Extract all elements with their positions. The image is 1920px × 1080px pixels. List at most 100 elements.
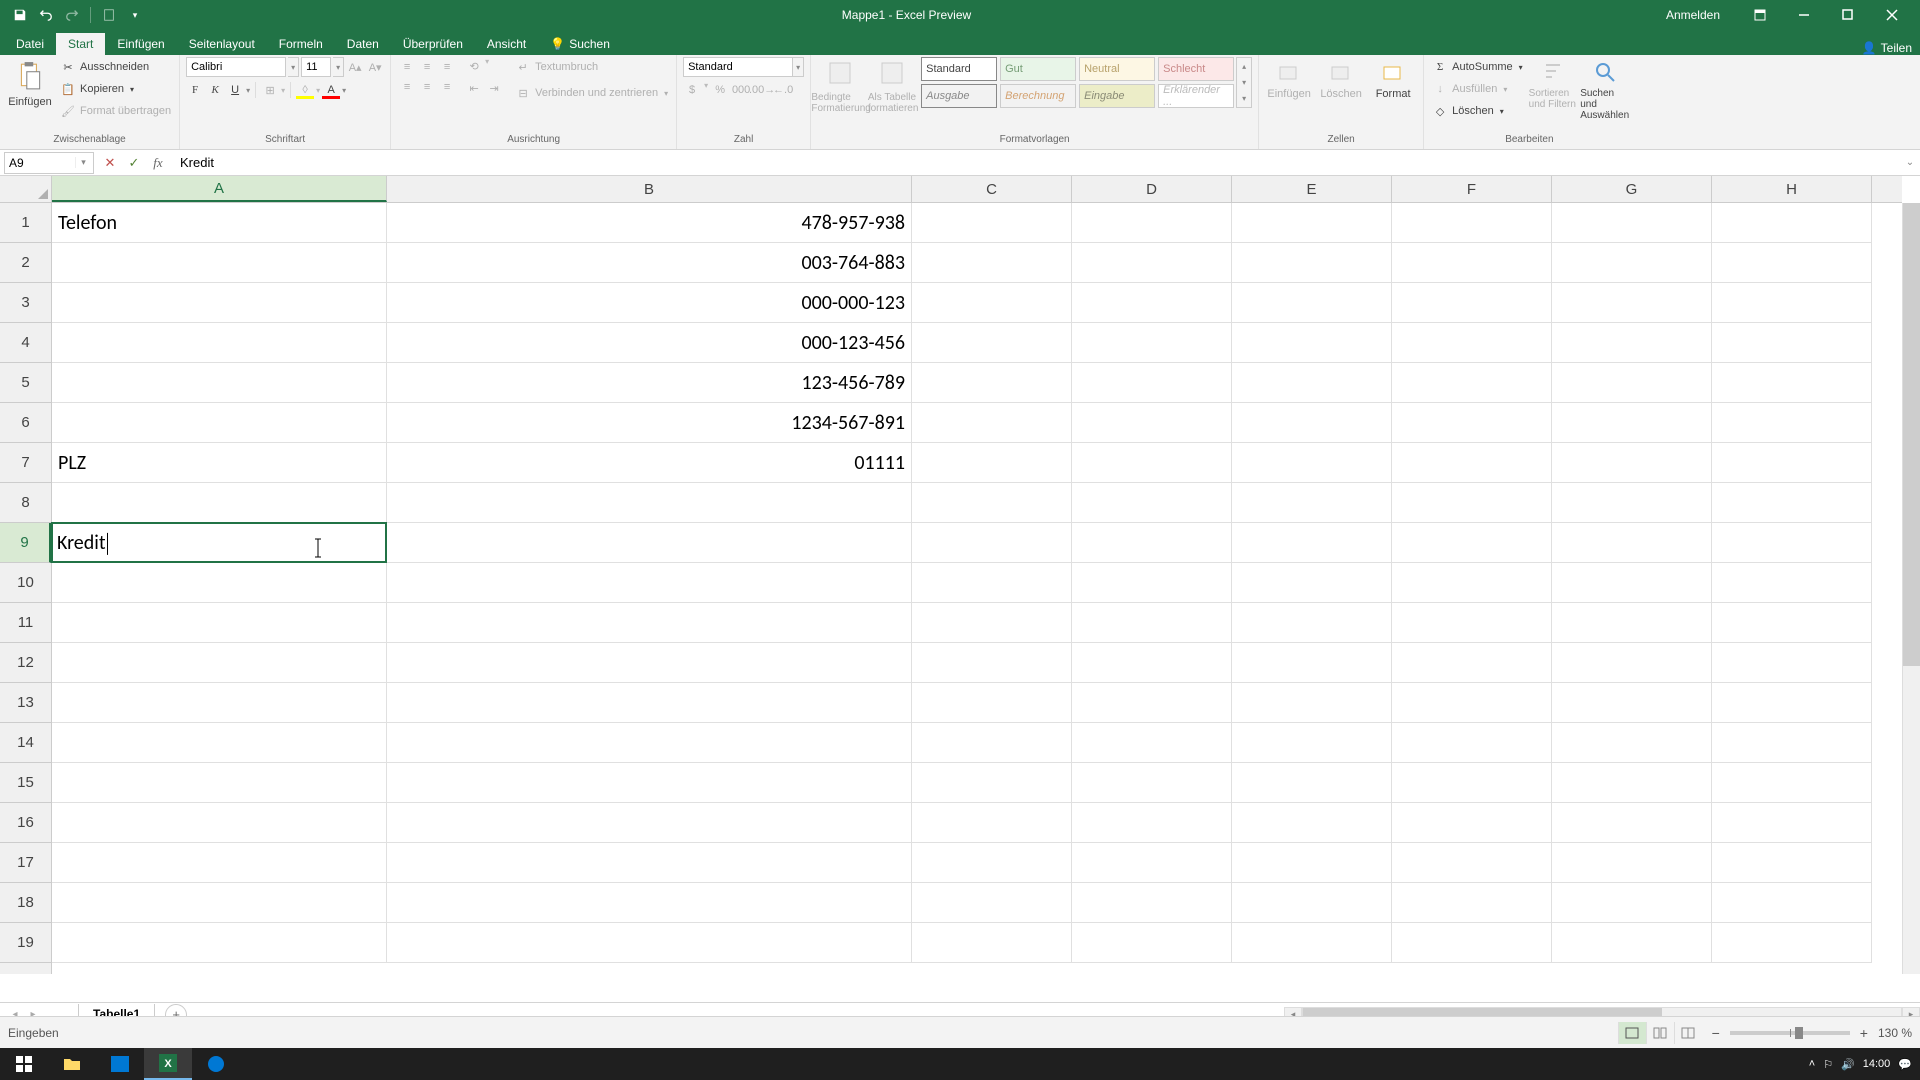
tray-chevron-icon[interactable]: ˄ [1809,1058,1815,1070]
italic-button[interactable]: K [206,81,224,99]
taskbar-app-icon[interactable] [96,1048,144,1080]
cell-H13[interactable] [1712,683,1872,723]
cell-F9[interactable] [1392,523,1552,563]
decrease-indent-icon[interactable]: ⇤ [465,79,483,97]
cell-D3[interactable] [1072,283,1232,323]
row-header-5[interactable]: 5 [0,363,51,403]
font-name-input[interactable] [186,57,286,77]
cell-B18[interactable] [387,883,912,923]
cell-F15[interactable] [1392,763,1552,803]
column-header-E[interactable]: E [1232,176,1392,202]
gallery-up-icon[interactable]: ▴ [1237,58,1251,74]
row-header-12[interactable]: 12 [0,643,51,683]
cell-G12[interactable] [1552,643,1712,683]
align-right-icon[interactable]: ≡ [437,77,457,97]
cell-H4[interactable] [1712,323,1872,363]
row-header-1[interactable]: 1 [0,203,51,243]
cell-C10[interactable] [912,563,1072,603]
orientation-icon[interactable]: ⟲ [465,57,483,75]
column-header-G[interactable]: G [1552,176,1712,202]
view-page-break-icon[interactable] [1674,1022,1702,1044]
row-header-16[interactable]: 16 [0,803,51,843]
tab-einfuegen[interactable]: Einfügen [105,33,176,55]
cell-H3[interactable] [1712,283,1872,323]
cell-G8[interactable] [1552,483,1712,523]
cell-H12[interactable] [1712,643,1872,683]
confirm-edit-button[interactable]: ✓ [122,152,146,174]
save-icon[interactable] [8,3,32,27]
row-headers[interactable]: 12345678910111213141516171819 [0,203,52,974]
cell-B16[interactable] [387,803,912,843]
cell-E12[interactable] [1232,643,1392,683]
cell-E2[interactable] [1232,243,1392,283]
cell-E1[interactable] [1232,203,1392,243]
align-left-icon[interactable]: ≡ [397,77,417,97]
cell-H17[interactable] [1712,843,1872,883]
cell-C8[interactable] [912,483,1072,523]
touch-mode-icon[interactable] [97,3,121,27]
cell-D12[interactable] [1072,643,1232,683]
view-normal-icon[interactable] [1618,1022,1646,1044]
cell-A17[interactable] [52,843,387,883]
cell-G18[interactable] [1552,883,1712,923]
cell-H2[interactable] [1712,243,1872,283]
decrease-decimal-icon[interactable]: ←.0 [774,81,792,99]
close-icon[interactable] [1872,0,1912,30]
share-button[interactable]: Teilen [1881,41,1912,55]
cell-A10[interactable] [52,563,387,603]
cell-styles-gallery[interactable]: Standard Gut Neutral Schlecht Ausgabe Be… [921,57,1234,108]
cell-B9[interactable] [387,523,912,563]
redo-icon[interactable] [60,3,84,27]
cell-C4[interactable] [912,323,1072,363]
cell-G7[interactable] [1552,443,1712,483]
minimize-icon[interactable] [1784,0,1824,30]
cell-A16[interactable] [52,803,387,843]
cell-A1[interactable]: Telefon [52,203,387,243]
cell-F1[interactable] [1392,203,1552,243]
cell-E19[interactable] [1232,923,1392,963]
cell-A14[interactable] [52,723,387,763]
cell-E18[interactable] [1232,883,1392,923]
cell-F2[interactable] [1392,243,1552,283]
cell-C13[interactable] [912,683,1072,723]
cell-G16[interactable] [1552,803,1712,843]
cell-C5[interactable] [912,363,1072,403]
tab-suchen[interactable]: 💡Suchen [538,33,622,55]
cell-C11[interactable] [912,603,1072,643]
cell-D14[interactable] [1072,723,1232,763]
cell-F11[interactable] [1392,603,1552,643]
row-header-8[interactable]: 8 [0,483,51,523]
cell-E11[interactable] [1232,603,1392,643]
cell-E10[interactable] [1232,563,1392,603]
cell-B1[interactable]: 478-957-938 [387,203,912,243]
name-box-dropdown-icon[interactable]: ▾ [75,157,91,168]
font-color-button[interactable]: A [322,81,340,99]
excel-taskbar-icon[interactable]: X [144,1048,192,1080]
cell-B8[interactable] [387,483,912,523]
cell-C9[interactable] [912,523,1072,563]
accounting-format-icon[interactable]: $ [683,81,701,99]
delete-cells-button[interactable]: Löschen [1317,57,1365,104]
increase-decimal-icon[interactable]: .00→ [753,81,771,99]
cell-A8[interactable] [52,483,387,523]
tab-seitenlayout[interactable]: Seitenlayout [177,33,267,55]
tab-start[interactable]: Start [56,33,105,55]
fill-button[interactable]: ↓Ausfüllen▾ [1430,79,1525,99]
cell-A13[interactable] [52,683,387,723]
number-format-input[interactable] [683,57,793,77]
cell-C17[interactable] [912,843,1072,883]
cell-E6[interactable] [1232,403,1392,443]
font-size-input[interactable] [301,57,331,77]
gallery-down-icon[interactable]: ▾ [1237,74,1251,90]
cell-A11[interactable] [52,603,387,643]
cell-D2[interactable] [1072,243,1232,283]
format-painter-button[interactable]: 🖌Format übertragen [58,101,173,121]
cell-D17[interactable] [1072,843,1232,883]
cell-B4[interactable]: 000-123-456 [387,323,912,363]
cell-A5[interactable] [52,363,387,403]
cell-D8[interactable] [1072,483,1232,523]
tab-daten[interactable]: Daten [335,33,391,55]
qat-customize-icon[interactable]: ▾ [123,3,147,27]
cell-D7[interactable] [1072,443,1232,483]
tab-formeln[interactable]: Formeln [267,33,335,55]
